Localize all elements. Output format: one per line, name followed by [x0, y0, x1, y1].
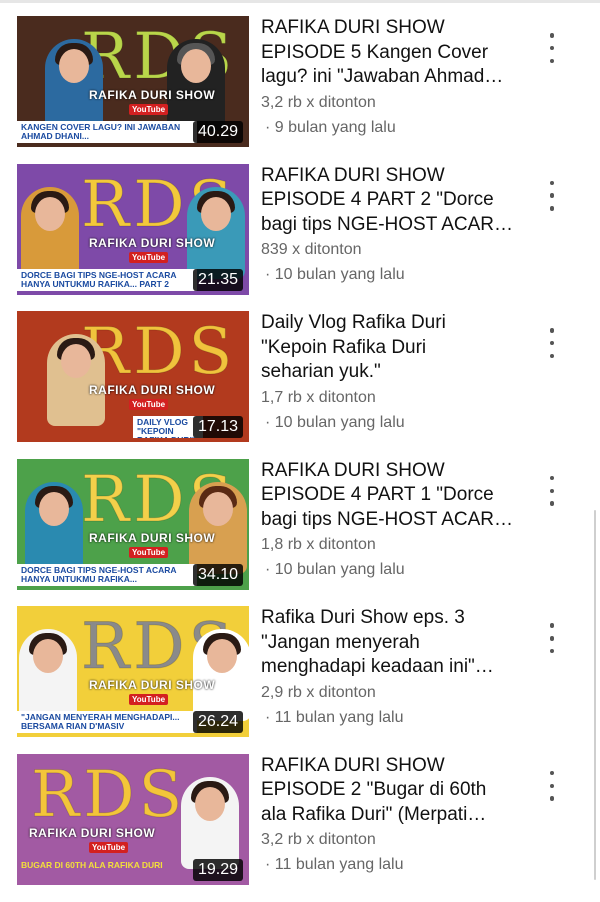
youtube-badge: YouTube	[129, 546, 169, 558]
thumbnail-caption: DORCE BAGI TIPS NGE-HOST ACARA HANYA UNT…	[17, 268, 197, 291]
video-duration: 17.13	[192, 416, 243, 439]
video-list: RDS RAFIKA DURI SHOW YouTube KANGEN COVE…	[0, 16, 600, 902]
thumbnail-show-title: RAFIKA DURI SHOW	[29, 825, 156, 840]
thumbnail-show-title: RAFIKA DURI SHOW	[89, 235, 216, 250]
thumbnail-caption: BUGAR DI 60TH ALA RAFIKA DURI	[21, 859, 163, 870]
view-count: 3,2 rb x ditonton	[261, 831, 376, 849]
thumbnail-show-title: RAFIKA DURI SHOW	[89, 678, 216, 693]
video-duration: 40.29	[192, 121, 243, 143]
thumbnail-person	[47, 334, 105, 427]
view-count: 1,7 rb x ditonton	[261, 388, 376, 406]
upload-age: · 9 bulan yang lalu	[265, 118, 396, 136]
video-title[interactable]: Rafika Duri Show eps. 3 "Jangan menyerah…	[261, 606, 521, 680]
thumbnail-show-title: RAFIKA DURI SHOW	[89, 383, 216, 398]
video-title[interactable]: RAFIKA DURI SHOW EPISODE 5 Kangen Cover …	[261, 16, 521, 90]
more-options-icon[interactable]	[540, 623, 564, 654]
top-divider	[0, 0, 600, 3]
video-thumbnail[interactable]: RDS RAFIKA DURI SHOW YouTube BUGAR DI 60…	[17, 753, 249, 885]
video-title[interactable]: Daily Vlog Rafika Duri "Kepoin Rafika Du…	[261, 311, 521, 385]
thumbnail-person	[21, 186, 79, 279]
video-thumbnail[interactable]: RDS RAFIKA DURI SHOW YouTube "JANGAN MEN…	[17, 606, 249, 738]
view-count: 2,9 rb x ditonton	[261, 683, 376, 701]
video-item[interactable]: RDS RAFIKA DURI SHOW YouTube "JANGAN MEN…	[0, 606, 600, 754]
thumbnail-person	[19, 629, 77, 722]
video-thumbnail[interactable]: RDS RAFIKA DURI SHOW YouTube DORCE BAGI …	[17, 458, 249, 590]
thumbnail-caption: DORCE BAGI TIPS NGE-HOST ACARA HANYA UNT…	[17, 563, 197, 586]
video-title[interactable]: RAFIKA DURI SHOW EPISODE 4 PART 2 "Dorce…	[261, 164, 521, 238]
thumbnail-person	[189, 481, 247, 574]
video-item[interactable]: RDS RAFIKA DURI SHOW YouTube BUGAR DI 60…	[0, 753, 600, 902]
video-title[interactable]: RAFIKA DURI SHOW EPISODE 4 PART 1 "Dorce…	[261, 459, 521, 533]
thumbnail-person	[25, 481, 83, 574]
video-meta[interactable]: RAFIKA DURI SHOW EPISODE 5 Kangen Cover …	[261, 16, 521, 138]
scrollbar[interactable]	[594, 510, 596, 880]
upload-age: · 10 bulan yang lalu	[265, 266, 405, 284]
video-meta[interactable]: RAFIKA DURI SHOW EPISODE 4 PART 2 "Dorce…	[261, 164, 521, 286]
upload-age: · 11 bulan yang lalu	[265, 856, 404, 874]
thumbnail-person	[187, 186, 245, 279]
youtube-badge: YouTube	[89, 841, 129, 853]
video-item[interactable]: RDS RAFIKA DURI SHOW YouTube DAILY VLOG …	[0, 311, 600, 459]
video-item[interactable]: RDS RAFIKA DURI SHOW YouTube KANGEN COVE…	[0, 16, 600, 164]
view-count: 1,8 rb x ditonton	[261, 536, 376, 554]
video-duration: 19.29	[192, 858, 243, 881]
more-options-icon[interactable]	[540, 475, 564, 506]
thumbnail-show-title: RAFIKA DURI SHOW	[89, 88, 216, 102]
thumbnail-person	[193, 629, 249, 722]
thumbnail-person	[181, 776, 239, 869]
video-meta[interactable]: RAFIKA DURI SHOW EPISODE 4 PART 1 "Dorce…	[261, 459, 521, 581]
thumbnail-logo: RDS	[30, 757, 187, 832]
video-thumbnail[interactable]: RDS RAFIKA DURI SHOW YouTube DORCE BAGI …	[17, 163, 249, 295]
video-meta[interactable]: Rafika Duri Show eps. 3 "Jangan menyerah…	[261, 606, 521, 728]
youtube-badge: YouTube	[129, 399, 169, 411]
video-thumbnail[interactable]: RDS RAFIKA DURI SHOW YouTube KANGEN COVE…	[17, 16, 249, 147]
thumbnail-person	[167, 39, 225, 131]
video-duration: 34.10	[192, 563, 243, 586]
thumbnail-caption: "JANGAN MENYERAH MENGHADAPI... BERSAMA R…	[17, 711, 197, 734]
video-meta[interactable]: Daily Vlog Rafika Duri "Kepoin Rafika Du…	[261, 311, 521, 433]
youtube-badge: YouTube	[129, 694, 169, 706]
thumbnail-caption: KANGEN COVER LAGU? INI JAWABAN AHMAD DHA…	[17, 121, 197, 143]
upload-age: · 11 bulan yang lalu	[265, 708, 404, 726]
more-options-icon[interactable]	[540, 33, 564, 63]
thumbnail-person	[45, 39, 103, 131]
more-options-icon[interactable]	[540, 770, 564, 801]
upload-age: · 10 bulan yang lalu	[265, 561, 405, 579]
video-item[interactable]: RDS RAFIKA DURI SHOW YouTube DORCE BAGI …	[0, 458, 600, 607]
video-title[interactable]: RAFIKA DURI SHOW EPISODE 2 "Bugar di 60t…	[261, 754, 521, 828]
video-item[interactable]: RDS RAFIKA DURI SHOW YouTube DORCE BAGI …	[0, 163, 600, 312]
more-options-icon[interactable]	[540, 180, 564, 211]
more-options-icon[interactable]	[540, 328, 564, 359]
view-count: 839 x ditonton	[261, 241, 362, 259]
video-meta[interactable]: RAFIKA DURI SHOW EPISODE 2 "Bugar di 60t…	[261, 754, 521, 876]
video-thumbnail[interactable]: RDS RAFIKA DURI SHOW YouTube DAILY VLOG …	[17, 311, 249, 443]
view-count: 3,2 rb x ditonton	[261, 93, 376, 111]
video-duration: 21.35	[192, 268, 243, 291]
video-duration: 26.24	[192, 711, 243, 734]
upload-age: · 10 bulan yang lalu	[265, 413, 405, 431]
youtube-badge: YouTube	[129, 104, 169, 115]
youtube-badge: YouTube	[129, 251, 169, 263]
thumbnail-show-title: RAFIKA DURI SHOW	[89, 530, 216, 545]
